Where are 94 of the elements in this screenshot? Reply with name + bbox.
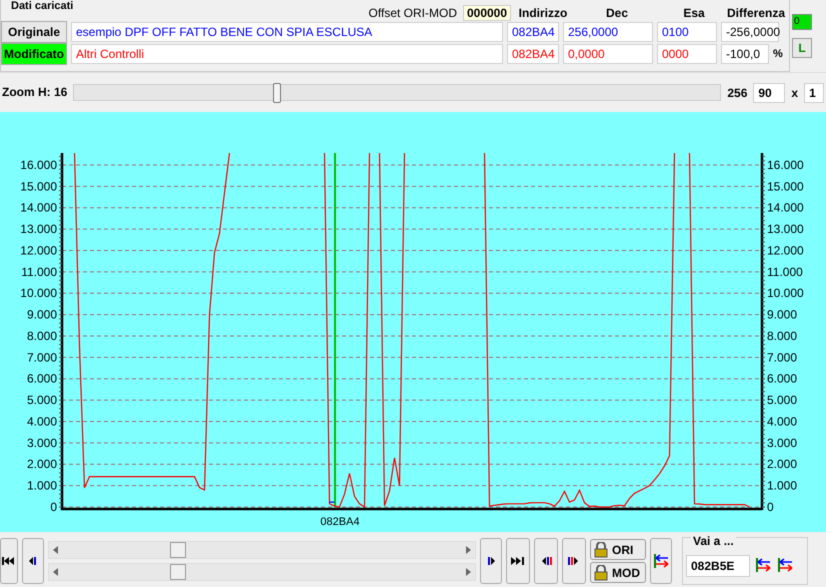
scrollbar-thumb[interactable]	[170, 542, 186, 558]
axis-label: 1.000	[26, 478, 57, 493]
axis-label: 8.000	[767, 328, 798, 343]
slider-thumb[interactable]	[272, 83, 281, 103]
axis-label: 14.000	[767, 200, 804, 215]
scrollbar[interactable]	[48, 541, 476, 559]
axis-label: 16.000	[20, 158, 57, 172]
axis-label: 5.000	[26, 393, 57, 408]
axis-label: 13.000	[767, 222, 804, 236]
left-arrow-icon	[53, 546, 58, 554]
axis-label: 11.000	[21, 264, 57, 279]
axis-label: 15.000	[20, 179, 57, 194]
goto-field[interactable]: 082B5E	[686, 555, 750, 577]
axis-label: 7.000	[26, 350, 57, 364]
axis-label: 12.000	[767, 243, 804, 258]
hex-field[interactable]: 0100	[657, 22, 717, 42]
axis-label: 1.000	[767, 478, 798, 493]
address-label: 082BA4	[320, 516, 360, 528]
offset-field[interactable]: 000000	[463, 5, 511, 21]
axis-label: 14.000	[20, 200, 57, 215]
step-back-icon	[540, 556, 552, 566]
axis-label: 4.000	[26, 414, 57, 428]
padlock-icon	[594, 542, 608, 558]
step-back-icon	[27, 556, 39, 566]
lock-button[interactable]: ORI	[590, 539, 646, 560]
axis-label: 10.000	[767, 286, 804, 300]
difference-field[interactable]: -256,0000	[721, 22, 779, 42]
column-header: Esa	[682, 6, 706, 20]
axis-label: 11.000	[767, 264, 803, 279]
previous-button[interactable]	[22, 538, 44, 584]
swap-icon	[653, 553, 669, 569]
axis-label: 10.000	[20, 286, 57, 300]
axis-label: 3.000	[26, 436, 57, 450]
lock-button[interactable]: MOD	[590, 562, 646, 583]
axis-label: 6.000	[26, 372, 57, 386]
step-forward-icon	[568, 556, 580, 566]
axis-label: 8.000	[26, 328, 57, 343]
axis-label: 13.000	[20, 222, 57, 236]
axis-label: 0	[50, 500, 57, 514]
right-arrow-icon	[466, 546, 471, 554]
skip-first-icon	[2, 556, 16, 566]
description-field[interactable]: esempio DPF OFF FATTO BENE CON SPIA ESCLUSA	[71, 22, 503, 42]
address-field[interactable]: 082BA4	[507, 22, 559, 42]
decimal-field[interactable]: 256,0000	[563, 22, 653, 42]
address-field[interactable]: 082BA4	[507, 44, 559, 64]
axis-label: 12.000	[20, 243, 57, 258]
difference-field[interactable]: -100,0	[721, 44, 769, 64]
swap-icon	[777, 556, 793, 572]
description-field[interactable]: Altri Controlli	[71, 44, 503, 64]
original-series-line	[330, 502, 334, 503]
hex-field[interactable]: 0000	[657, 44, 717, 64]
skip-last-icon	[511, 556, 525, 566]
axis-label: 5.000	[767, 393, 798, 408]
next-difference-button[interactable]	[562, 538, 586, 584]
axis-label: 4.000	[767, 414, 798, 428]
padlock-icon	[594, 564, 608, 580]
mode-button[interactable]: Originale	[1, 21, 67, 43]
zoom-max-label: 256	[727, 86, 748, 100]
axis-label: 6.000	[767, 372, 798, 386]
side-button[interactable]: L	[792, 38, 812, 58]
goto-title: Vai a ...	[691, 534, 736, 548]
next-button[interactable]	[480, 538, 502, 584]
factor-field[interactable]: 1	[804, 82, 824, 102]
swap-icon	[755, 556, 771, 572]
column-header: Dec	[604, 6, 629, 20]
first-button[interactable]	[0, 538, 18, 584]
axis-label: 2.000	[767, 457, 798, 472]
column-header: Differenza	[726, 6, 786, 20]
swap-button[interactable]	[650, 538, 672, 584]
zoom-label: Zoom H: 16	[2, 85, 68, 100]
offset-label: Offset ORI-MOD	[368, 6, 457, 20]
axis-label: 9.000	[767, 308, 798, 322]
left-arrow-icon	[53, 568, 58, 576]
mode-button[interactable]: Modificato	[1, 43, 67, 65]
axis-label: 15.000	[767, 179, 804, 194]
scrollbar-thumb[interactable]	[170, 564, 186, 580]
axis-label: 7.000	[767, 350, 798, 364]
right-arrow-icon	[466, 568, 471, 576]
column-header: Indirizzo	[518, 6, 568, 20]
unit-label: %	[773, 48, 783, 60]
zoom-slider[interactable]	[73, 84, 722, 101]
axis-label: 3.000	[767, 436, 798, 450]
axis-label: 2.000	[26, 457, 57, 472]
decimal-field[interactable]: 0,0000	[563, 44, 653, 64]
step-forward-icon	[485, 556, 497, 566]
axis-label: 9.000	[26, 308, 57, 322]
times-label: x	[791, 86, 798, 100]
axis-label: 0	[767, 500, 774, 514]
width-field[interactable]: 90	[753, 82, 786, 102]
axis-label: 16.000	[767, 158, 804, 172]
previous-difference-button[interactable]	[534, 538, 558, 584]
status-field: 0	[792, 14, 812, 30]
last-button[interactable]	[506, 538, 530, 584]
scrollbar[interactable]	[48, 563, 476, 581]
